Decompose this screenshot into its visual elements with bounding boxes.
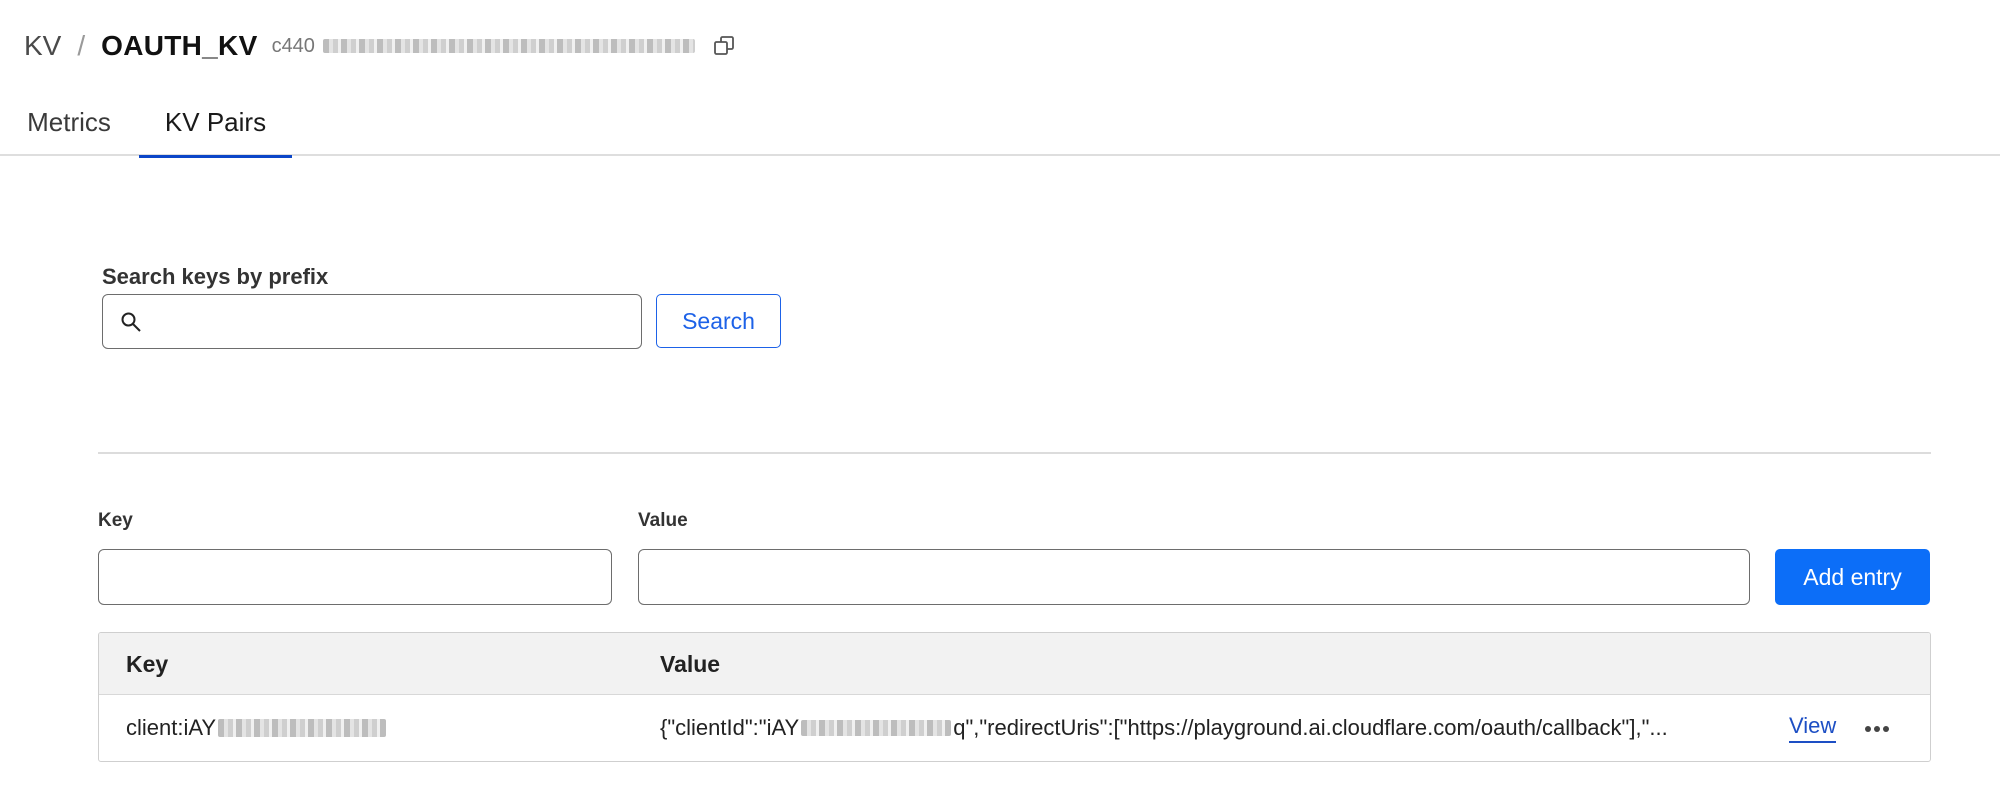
row-view-label: View	[1789, 713, 1837, 743]
search-box	[102, 294, 642, 349]
redacted-key	[218, 719, 387, 737]
breadcrumb-separator: /	[77, 30, 86, 61]
row-value-prefix: {"clientId":"iAY	[660, 715, 800, 740]
table-row: client:iAY {"clientId":"iAY q","redirect…	[99, 695, 1930, 761]
namespace-id-prefix: c440	[271, 34, 315, 57]
row-view-link[interactable]: View	[1789, 695, 1837, 761]
tab-bar: Metrics KV Pairs	[0, 88, 2000, 158]
column-header-key: Key	[126, 650, 169, 677]
section-divider	[98, 452, 1931, 454]
tab-kv-pairs[interactable]: KV Pairs	[139, 88, 292, 158]
breadcrumb-root[interactable]: KV	[24, 30, 61, 62]
kv-table: Key Value client:iAY {"clientId":"iAY q"…	[98, 632, 1931, 762]
table-header: Key Value	[99, 633, 1930, 695]
row-value-cell: {"clientId":"iAY q","redirectUris":["htt…	[660, 695, 1860, 761]
search-icon	[117, 308, 145, 336]
row-value-suffix: q","redirectUris":["https://playground.a…	[953, 715, 1668, 740]
new-key-input[interactable]	[99, 550, 611, 604]
redacted-value	[801, 720, 952, 736]
page-title: OAUTH_KV	[101, 30, 258, 61]
more-horizontal-icon[interactable]	[1861, 713, 1893, 745]
row-key-cell: client:iAY	[126, 695, 387, 761]
breadcrumb: KV / OAUTH_KV c440	[24, 26, 737, 66]
new-value-input[interactable]	[639, 550, 1749, 604]
new-key-label: Key	[98, 510, 133, 531]
add-entry-button[interactable]: Add entry	[1775, 549, 1930, 605]
tab-metrics[interactable]: Metrics	[0, 88, 138, 156]
column-header-value: Value	[660, 650, 721, 677]
new-value-field-wrapper	[638, 549, 1750, 605]
search-label: Search keys by prefix	[102, 264, 329, 289]
search-input[interactable]	[145, 295, 641, 348]
redacted-id	[322, 39, 695, 53]
new-value-label: Value	[638, 510, 688, 531]
search-button[interactable]: Search	[656, 294, 781, 348]
new-key-field-wrapper	[98, 549, 612, 605]
row-key-text: client:iAY	[126, 715, 217, 740]
copy-icon[interactable]	[711, 33, 737, 59]
namespace-id: c440	[272, 35, 695, 58]
